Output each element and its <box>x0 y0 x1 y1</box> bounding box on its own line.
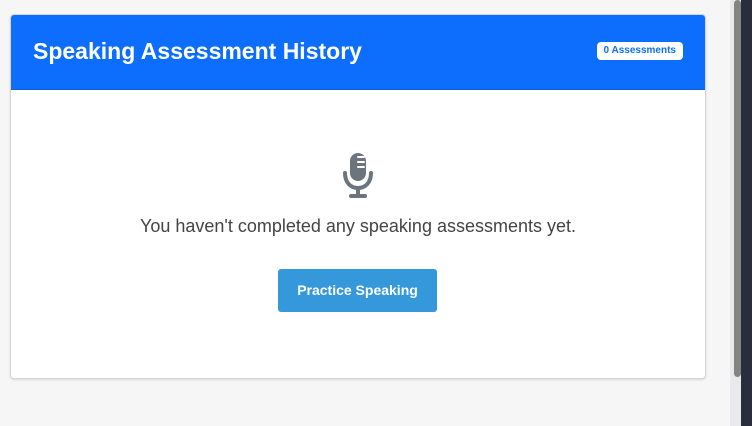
microphone-icon <box>343 153 373 198</box>
card-header: Speaking Assessment History 0 Assessment… <box>11 15 705 90</box>
card-title: Speaking Assessment History <box>33 38 362 64</box>
page-background: Speaking Assessment History 0 Assessment… <box>0 0 730 426</box>
window-edge <box>741 0 752 426</box>
practice-speaking-button[interactable]: Practice Speaking <box>278 269 437 312</box>
scrollbar-thumb[interactable] <box>734 0 741 377</box>
empty-state-message: You haven't completed any speaking asses… <box>139 216 577 236</box>
assessment-count-badge: 0 Assessments <box>596 42 683 60</box>
assessment-history-card: Speaking Assessment History 0 Assessment… <box>10 14 706 379</box>
empty-state: You haven't completed any speaking asses… <box>11 90 705 378</box>
